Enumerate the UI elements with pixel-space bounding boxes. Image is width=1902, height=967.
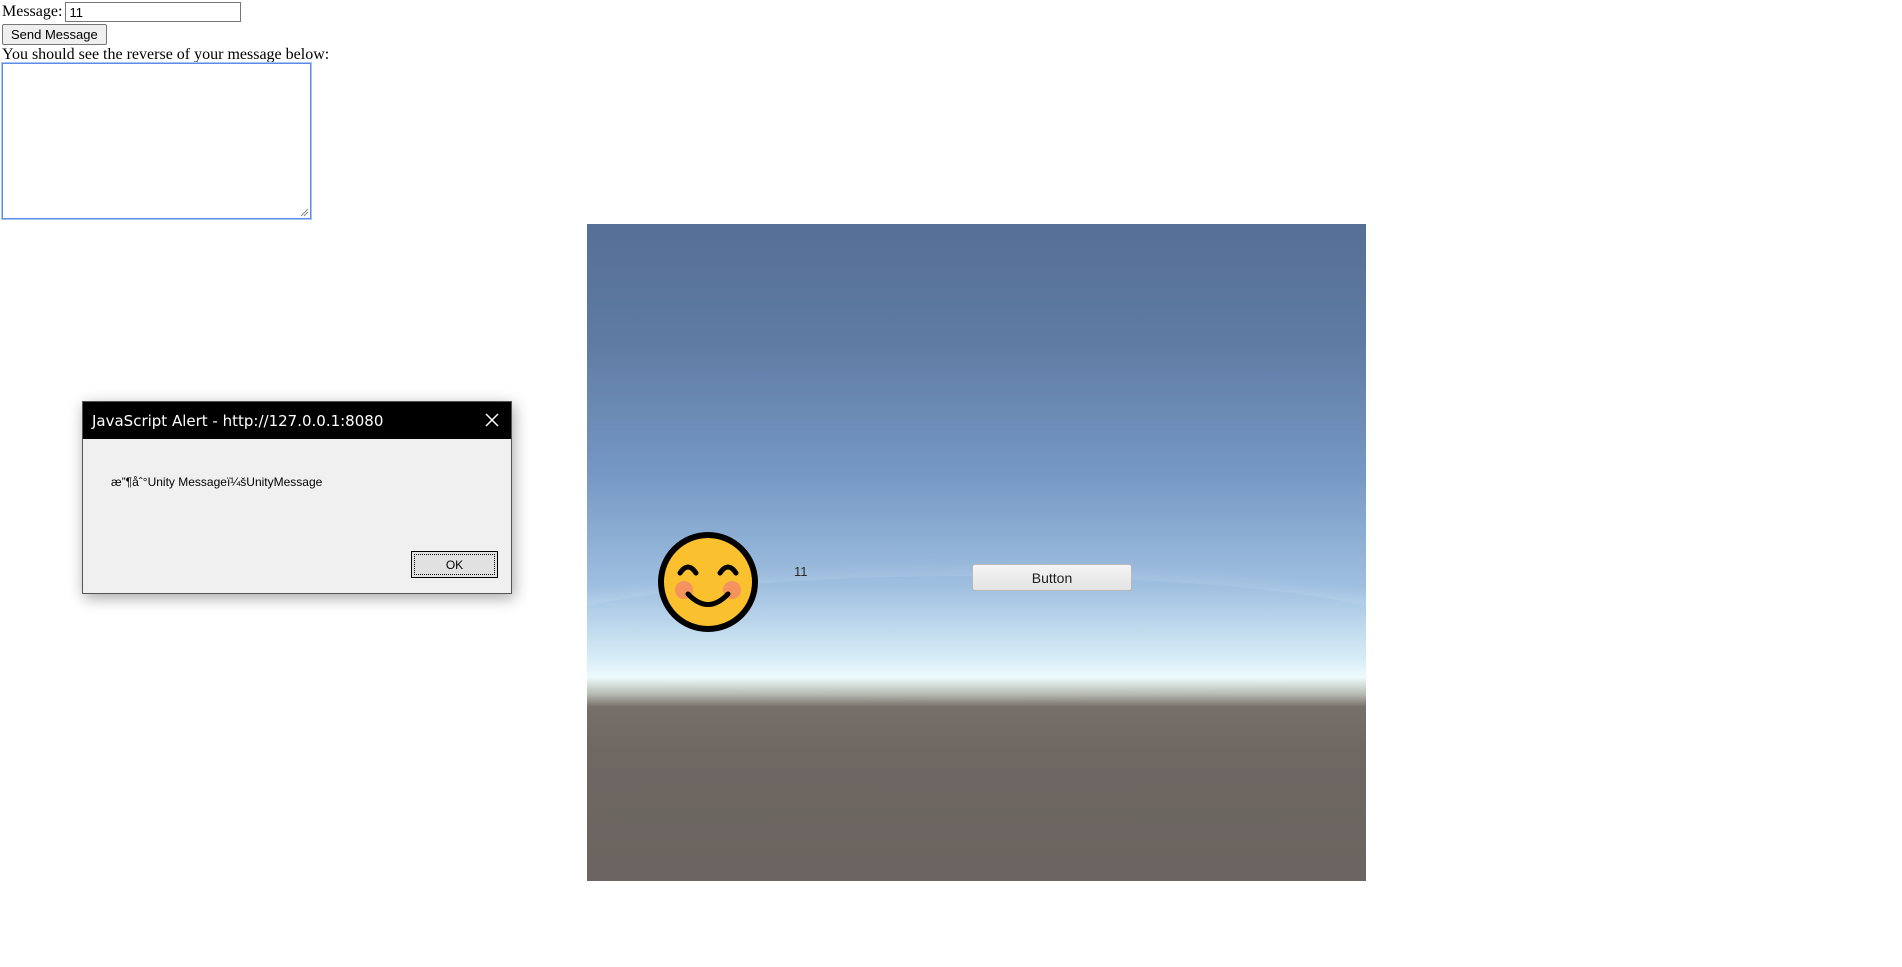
message-row: Message: xyxy=(2,2,242,22)
close-icon[interactable] xyxy=(483,411,501,429)
smiling-face-icon xyxy=(658,532,758,632)
resize-grip-icon[interactable] xyxy=(300,208,309,217)
javascript-alert-dialog: JavaScript Alert - http://127.0.0.1:8080… xyxy=(82,401,512,594)
reverse-output-textarea[interactable] xyxy=(1,62,312,220)
message-input[interactable] xyxy=(65,2,242,22)
alert-ok-button[interactable]: OK xyxy=(411,551,498,578)
unity-button[interactable]: Button xyxy=(972,564,1132,591)
message-label: Message: xyxy=(2,3,63,20)
alert-title: JavaScript Alert - http://127.0.0.1:8080 xyxy=(92,411,384,430)
send-message-button[interactable]: Send Message xyxy=(2,24,107,45)
reverse-hint-text: You should see the reverse of your messa… xyxy=(2,46,330,63)
alert-titlebar[interactable]: JavaScript Alert - http://127.0.0.1:8080 xyxy=(83,402,511,439)
page: Message: Send Message You should see the… xyxy=(0,0,1902,967)
unity-message-label: 11 xyxy=(794,564,808,579)
alert-message: æ”¶åˆ°Unity Messageï¼šUnityMessage xyxy=(111,475,323,489)
unity-canvas[interactable]: 11 Button xyxy=(587,224,1366,881)
